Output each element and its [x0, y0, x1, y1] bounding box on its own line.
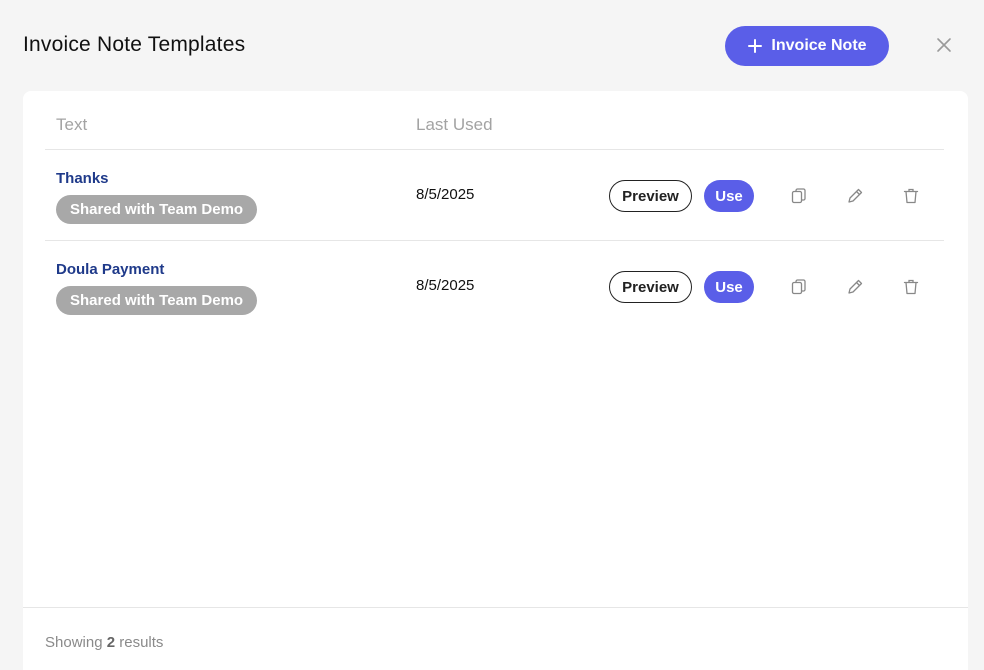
trash-icon[interactable] [901, 186, 921, 206]
trash-icon[interactable] [901, 277, 921, 297]
copy-icon[interactable] [789, 186, 809, 206]
column-header-text: Text [56, 115, 88, 134]
use-button[interactable]: Use [704, 271, 754, 303]
table-row: Doula Payment Shared with Team Demo 8/5/… [45, 241, 944, 332]
shared-badge: Shared with Team Demo [56, 286, 258, 315]
results-suffix: results [119, 634, 164, 651]
table-header: Text Last Used [45, 91, 944, 150]
template-name-link[interactable]: Doula Payment [56, 261, 164, 278]
last-used-date: 8/5/2025 [416, 277, 475, 294]
page-title: Invoice Note Templates [23, 33, 246, 56]
add-invoice-note-button[interactable]: Invoice Note [725, 26, 889, 66]
results-number: 2 [106, 634, 116, 651]
use-button[interactable]: Use [704, 180, 754, 212]
results-count: Showing 2 results [45, 634, 163, 651]
last-used-date: 8/5/2025 [416, 186, 475, 203]
preview-button[interactable]: Preview [609, 180, 692, 212]
column-header-last-used: Last Used [416, 115, 493, 134]
template-name-link[interactable]: Thanks [56, 170, 109, 187]
plus-icon [748, 39, 763, 53]
shared-badge: Shared with Team Demo [56, 195, 258, 224]
close-icon[interactable] [934, 35, 954, 55]
table-row: Thanks Shared with Team Demo 8/5/2025 Pr… [45, 150, 944, 241]
pencil-icon[interactable] [845, 186, 865, 206]
table-footer: Showing 2 results [23, 607, 968, 670]
preview-button[interactable]: Preview [609, 271, 692, 303]
modal-header: Invoice Note Templates Invoice Note [0, 0, 984, 92]
templates-card: Text Last Used Thanks Shared with Team D… [23, 91, 968, 670]
pencil-icon[interactable] [845, 277, 865, 297]
copy-icon[interactable] [789, 277, 809, 297]
results-prefix: Showing [45, 634, 103, 651]
add-invoice-note-label: Invoice Note [771, 37, 867, 54]
